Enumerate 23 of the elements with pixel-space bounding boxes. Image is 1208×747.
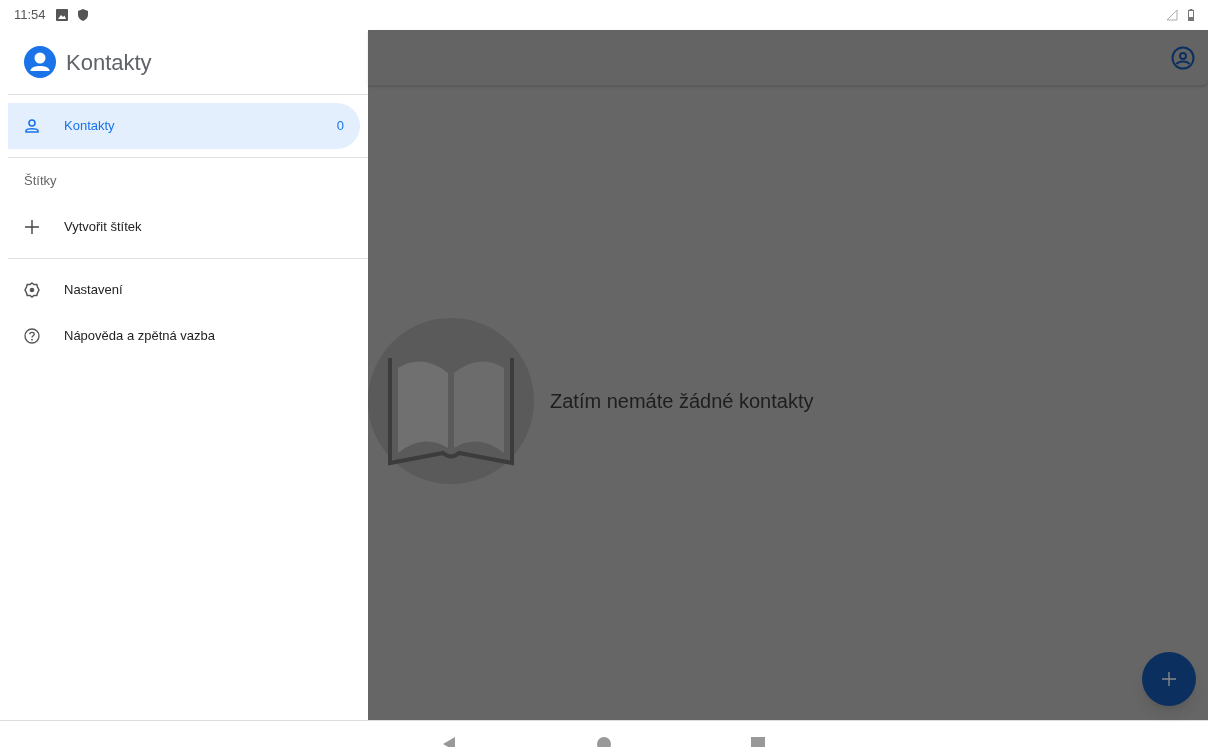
shield-icon [77, 9, 88, 21]
account-icon[interactable] [1171, 45, 1195, 70]
help-item[interactable]: Nápověda a zpětná vazba [8, 313, 368, 359]
battery-icon [1188, 9, 1194, 21]
settings-item[interactable]: Nastavení [8, 267, 368, 313]
signal-icon [1166, 9, 1178, 21]
section-heading: Štítky [24, 172, 57, 191]
app-title: Kontakty [66, 48, 152, 77]
settings-icon [24, 282, 40, 298]
plus-icon [24, 219, 40, 235]
empty-state-message: Zatím nemáte žádné kontakty [550, 389, 814, 414]
drawer-item[interactable]: Kontakty 0 [8, 103, 360, 149]
plus-icon [1161, 671, 1177, 687]
contacts-logo-icon [24, 46, 56, 78]
back-icon[interactable] [443, 737, 457, 747]
create-label-item[interactable]: Vytvořit štítek [8, 204, 368, 250]
add-contact-button[interactable] [1142, 652, 1196, 706]
image-icon [55, 9, 68, 21]
status-time: 11:54 [14, 6, 46, 25]
help-icon [24, 328, 40, 344]
item-count: 0 [336, 117, 344, 136]
home-icon[interactable] [597, 737, 611, 747]
person-icon [24, 118, 40, 134]
